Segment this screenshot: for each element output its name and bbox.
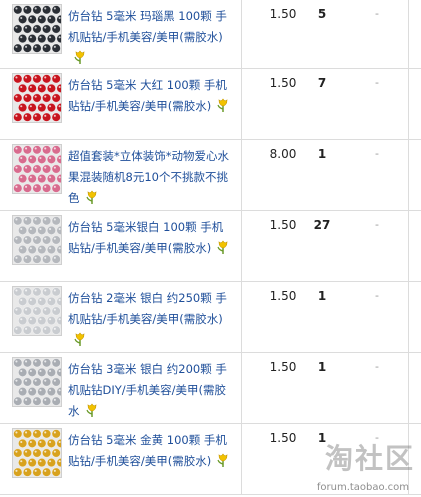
column-divider — [241, 424, 242, 494]
column-divider — [241, 0, 242, 68]
taobao-forum-watermark: 淘社区 forum.taobao.com — [283, 435, 415, 493]
order-item-row: 仿台钻 3毫米 银白 约200颗 手机贴钻DIY/手机美容/美甲(需胶水 1.50… — [0, 353, 421, 424]
unit-price: 1.50 — [269, 7, 297, 21]
tulip-icon — [215, 97, 231, 113]
column-divider — [241, 69, 242, 139]
column-divider — [408, 0, 409, 68]
column-divider — [241, 353, 242, 423]
watermark-url: forum.taobao.com — [316, 482, 409, 493]
column-divider — [408, 69, 409, 139]
watermark-brand: 淘社区 — [324, 442, 415, 475]
product-thumbnail[interactable] — [12, 428, 62, 478]
column-divider — [241, 211, 242, 281]
product-title-link[interactable]: 仿台钻 5毫米 金黄 100颗 手机贴钻/手机美容/美甲(需胶水) — [68, 433, 227, 468]
tulip-icon — [215, 239, 231, 255]
product-thumbnail[interactable] — [12, 215, 62, 265]
product-title-link[interactable]: 仿台钻 5毫米 大红 100颗 手机贴钻/手机美容/美甲(需胶水) — [68, 78, 227, 113]
status-placeholder: - — [375, 360, 379, 373]
unit-price: 1.50 — [269, 360, 297, 374]
product-title: 超值套装*立体装饰*动物爱心水果混装随机8元10个不挑款不挑色 — [68, 146, 234, 209]
product-thumbnail[interactable] — [12, 357, 62, 407]
quantity: 7 — [317, 76, 327, 90]
tulip-icon — [215, 452, 231, 468]
unit-price: 1.50 — [269, 76, 297, 90]
product-title: 仿台钻 2毫米 银白 约250颗 手机贴钻/手机美容/美甲(需胶水) — [68, 288, 234, 351]
product-title: 仿台钻 5毫米 金黄 100颗 手机贴钻/手机美容/美甲(需胶水) — [68, 430, 234, 472]
product-title: 仿台钻 5毫米 玛瑙黑 100颗 手机贴钻/手机美容/美甲(需胶水) — [68, 6, 234, 69]
product-title: 仿台钻 3毫米 银白 约200颗 手机贴钻DIY/手机美容/美甲(需胶水 — [68, 359, 234, 422]
column-divider — [408, 353, 409, 423]
product-title-link[interactable]: 仿台钻 2毫米 银白 约250颗 手机贴钻/手机美容/美甲(需胶水) — [68, 291, 227, 326]
status-placeholder: - — [375, 7, 379, 20]
order-item-row: 超值套装*立体装饰*动物爱心水果混装随机8元10个不挑款不挑色 8.00 1 - — [0, 140, 421, 211]
quantity: 1 — [317, 289, 327, 303]
status-placeholder: - — [375, 147, 379, 160]
quantity: 1 — [317, 360, 327, 374]
product-thumbnail[interactable] — [12, 73, 62, 123]
order-item-row: 仿台钻 5毫米 大红 100颗 手机贴钻/手机美容/美甲(需胶水) 1.50 7 - — [0, 69, 421, 140]
product-thumbnail[interactable] — [12, 4, 62, 54]
column-divider — [241, 140, 242, 210]
status-placeholder: - — [375, 218, 379, 231]
tulip-icon — [84, 402, 100, 418]
order-item-row: 仿台钻 5毫米 玛瑙黑 100颗 手机贴钻/手机美容/美甲(需胶水) 1.50 5 - — [0, 0, 421, 69]
order-item-row: 仿台钻 5毫米银白 100颗 手机贴钻/手机美容/美甲(需胶水) 1.50 27 - — [0, 211, 421, 282]
order-item-row: 仿台钻 2毫米 银白 约250颗 手机贴钻/手机美容/美甲(需胶水) 1.50 1 - — [0, 282, 421, 353]
tulip-icon — [72, 331, 88, 347]
column-divider — [408, 211, 409, 281]
order-item-list: 仿台钻 5毫米 玛瑙黑 100颗 手机贴钻/手机美容/美甲(需胶水) 1.50 5 -… — [0, 0, 421, 495]
quantity: 5 — [317, 7, 327, 21]
product-title-link[interactable]: 仿台钻 5毫米 玛瑙黑 100颗 手机贴钻/手机美容/美甲(需胶水) — [68, 9, 227, 44]
quantity: 1 — [317, 147, 327, 161]
product-thumbnail[interactable] — [12, 144, 62, 194]
unit-price: 8.00 — [269, 147, 297, 161]
tulip-icon — [72, 49, 88, 65]
product-title: 仿台钻 5毫米银白 100颗 手机贴钻/手机美容/美甲(需胶水) — [68, 217, 234, 259]
column-divider — [241, 282, 242, 352]
unit-price: 1.50 — [269, 218, 297, 232]
product-title-link[interactable]: 仿台钻 5毫米银白 100颗 手机贴钻/手机美容/美甲(需胶水) — [68, 220, 223, 255]
quantity: 27 — [313, 218, 331, 232]
product-title: 仿台钻 5毫米 大红 100颗 手机贴钻/手机美容/美甲(需胶水) — [68, 75, 234, 117]
column-divider — [408, 282, 409, 352]
status-placeholder: - — [375, 289, 379, 302]
unit-price: 1.50 — [269, 289, 297, 303]
tulip-icon — [84, 189, 100, 205]
product-thumbnail[interactable] — [12, 286, 62, 336]
status-placeholder: - — [375, 76, 379, 89]
column-divider — [408, 140, 409, 210]
